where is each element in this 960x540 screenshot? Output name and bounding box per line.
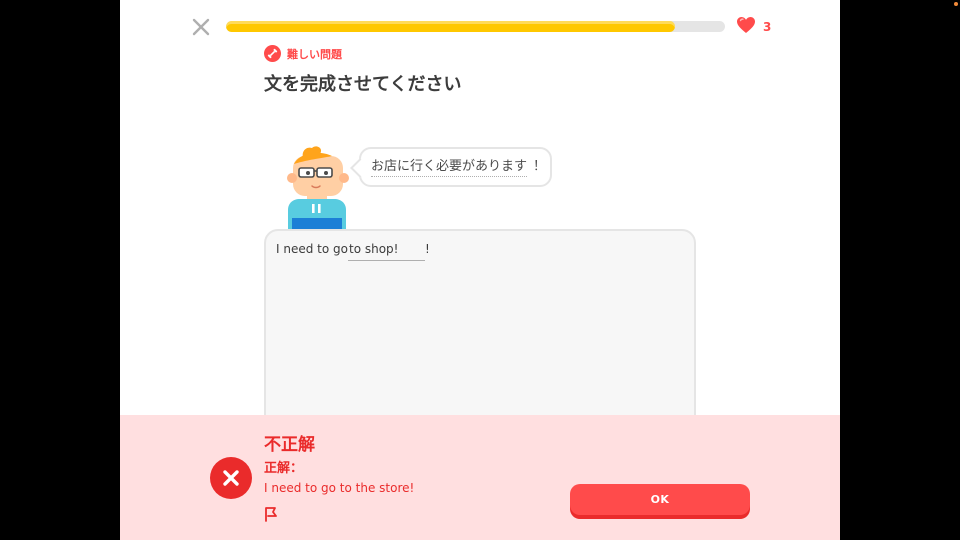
hard-challenge-label: 難しい問題 — [287, 47, 342, 61]
heart-icon — [736, 16, 756, 38]
sentence-prefix: I need to go — [276, 242, 348, 256]
hearts-count: 3 — [763, 20, 772, 34]
character-illustration — [280, 144, 354, 230]
progress-fill — [226, 21, 676, 32]
hearts-counter[interactable]: 3 — [736, 17, 771, 37]
prompt-punctuation: ！ — [533, 159, 547, 174]
sentence-suffix: ! — [425, 242, 430, 256]
status-dot — [954, 2, 958, 6]
lesson-screen: 3 難しい問題 文を完成させてください お店に行く必要があります ！ I nee… — [120, 0, 840, 540]
incorrect-feedback-panel: 不正解 正解： I need to go to the store! OK — [120, 415, 840, 540]
correct-answer-heading: 正解： — [264, 461, 304, 476]
close-icon[interactable] — [190, 16, 212, 38]
feedback-title: 不正解 — [264, 435, 315, 455]
prompt-sentence[interactable]: お店に行く必要があります — [371, 158, 528, 177]
page-title: 文を完成させてください — [264, 74, 462, 95]
hard-challenge-badge: 難しい問題 — [264, 45, 342, 62]
speech-bubble: お店に行く必要があります ！ — [350, 147, 552, 187]
answer-blank-input[interactable]: to shop! — [348, 240, 425, 261]
ok-button[interactable]: OK — [570, 484, 750, 515]
progress-bar — [226, 21, 725, 32]
flag-icon[interactable] — [263, 505, 279, 523]
correct-answer-text: I need to go to the store! — [264, 481, 415, 495]
dumbbell-icon — [264, 45, 281, 62]
x-icon — [210, 457, 252, 499]
